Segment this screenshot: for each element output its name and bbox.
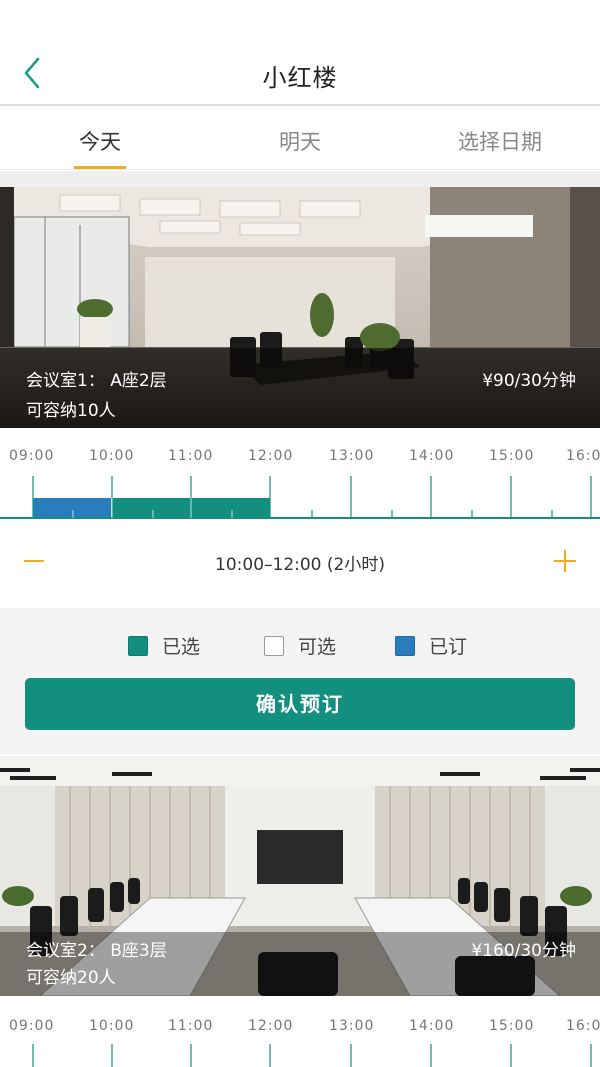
confirm-booking-button[interactable]: 确认预订 [25,678,575,730]
legend-label: 已订 [429,636,468,658]
room-2-capacity: 可容纳20人 [26,968,116,988]
legend-section: 已选 可选 已订 确认预订 [0,608,600,754]
legend-booked: 已订 [395,632,467,659]
navigation-bar: 小红楼 [0,0,600,106]
time-range-controls: 10:00–12:00 (2小时) [0,520,600,608]
legend-selected: 已选 [128,632,200,659]
room-2-price: ¥160/30分钟 [471,941,576,961]
tab-choose-date[interactable]: 选择日期 [400,106,600,169]
room-1-timeline[interactable]: 09:00 10:00 11:00 12:00 13:00 14:00 15:0… [0,428,600,520]
page-title: 小红楼 [262,64,338,92]
timeline-bar [0,476,600,519]
booked-swatch [395,635,415,656]
booked-slot [33,498,111,518]
tab-today[interactable]: 今天 [0,106,200,169]
increase-duration-button[interactable] [554,546,576,574]
tab-tomorrow[interactable]: 明天 [200,106,400,169]
divider [0,171,600,187]
room-card-1[interactable]: 会议室1： A座2层 可容纳10人 ¥90/30分钟 [0,187,600,428]
room-2-timeline[interactable]: 09:00 10:00 11:00 12:00 13:00 14:00 15:0… [0,996,600,1067]
room-1-price: ¥90/30分钟 [482,371,576,391]
selected-time-range: 10:00–12:00 (2小时) [215,555,385,575]
room-card-2[interactable]: 会议室2： B座3层 可容纳20人 ¥160/30分钟 [0,756,600,996]
date-tabs: 今天 明天 选择日期 [0,106,600,170]
room-2-name: 会议室2： B座3层 [26,941,167,961]
legend-label: 可选 [298,636,337,658]
selected-swatch [128,635,148,656]
room-1-capacity: 可容纳10人 [26,401,116,421]
legend-available: 可选 [264,632,336,659]
timeline-bar [32,1044,592,1067]
legend-label: 已选 [162,636,201,658]
available-swatch [264,635,284,656]
room-1-name: 会议室1： A座2层 [26,371,167,391]
